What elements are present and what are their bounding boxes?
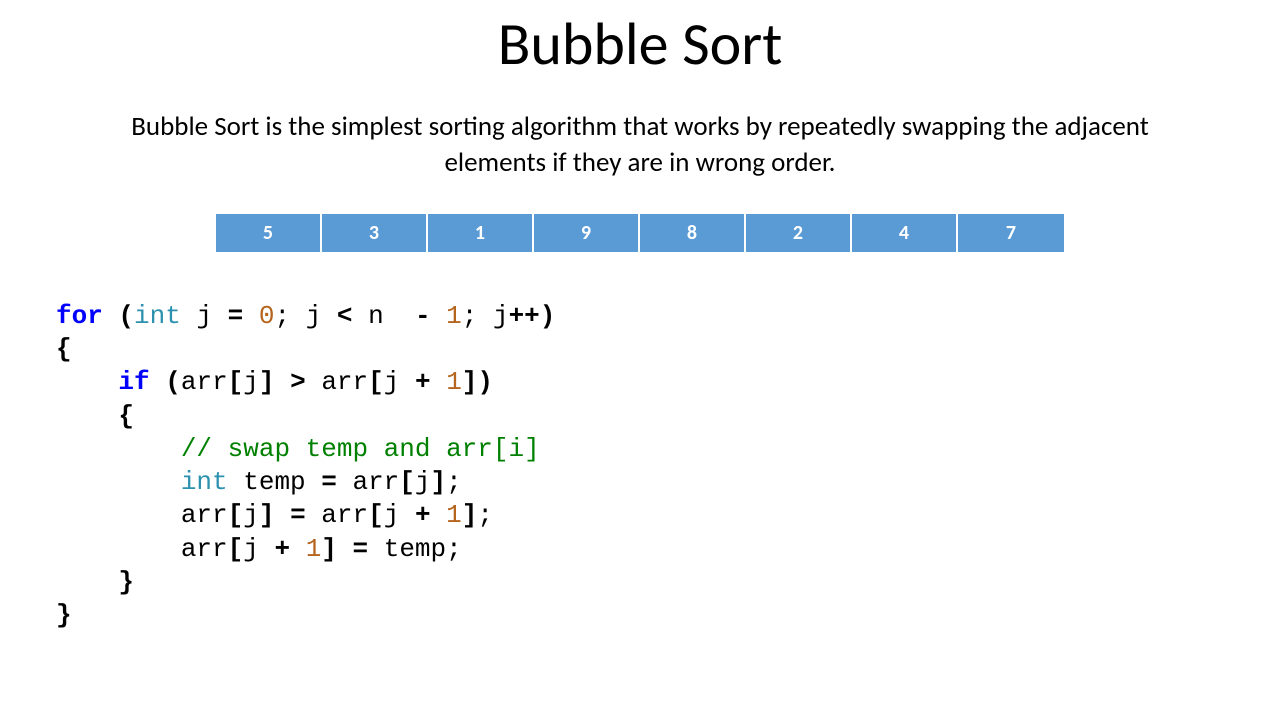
code-line: arr[j] = arr[j + 1]; <box>56 499 1280 532</box>
code-line: } <box>56 599 1280 632</box>
array-visualization: 5 3 1 9 8 2 4 7 <box>0 214 1280 252</box>
page-title: Bubble Sort <box>0 8 1280 81</box>
code-line: arr[j + 1] = temp; <box>56 533 1280 566</box>
description-text: Bubble Sort is the simplest sorting algo… <box>0 109 1280 182</box>
code-line: // swap temp and arr[i] <box>56 433 1280 466</box>
array-cell: 2 <box>746 214 852 252</box>
code-line: } <box>56 566 1280 599</box>
array-cell: 7 <box>958 214 1064 252</box>
code-block: for (int j = 0; j < n - 1; j++) { if (ar… <box>56 300 1280 633</box>
code-line: { <box>56 400 1280 433</box>
code-line: if (arr[j] > arr[j + 1]) <box>56 366 1280 399</box>
code-line: { <box>56 333 1280 366</box>
array-cell: 8 <box>640 214 746 252</box>
code-line: for (int j = 0; j < n - 1; j++) <box>56 300 1280 333</box>
array-cell: 9 <box>534 214 640 252</box>
array-cell: 5 <box>216 214 322 252</box>
array-cell: 1 <box>428 214 534 252</box>
array-cell: 3 <box>322 214 428 252</box>
code-line: int temp = arr[j]; <box>56 466 1280 499</box>
array-cell: 4 <box>852 214 958 252</box>
